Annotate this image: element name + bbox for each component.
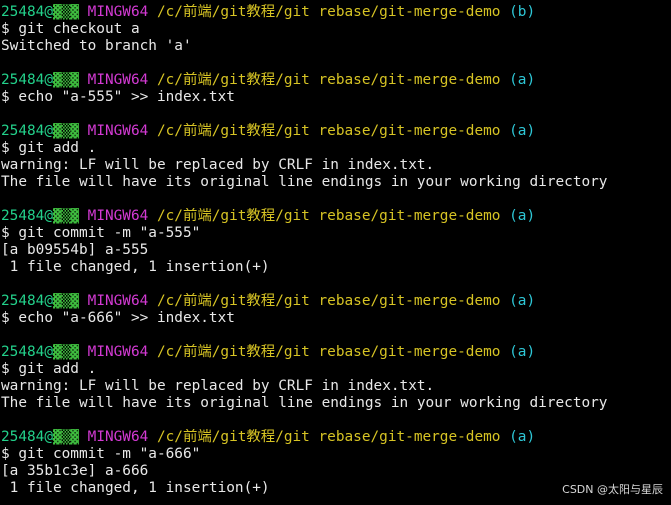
prompt-host: ▓▒▓	[52, 293, 79, 309]
command-line: $ echo "a-555" >> index.txt	[1, 89, 671, 106]
output-text: [a b09554b] a-555	[1, 242, 149, 258]
output-text: 1 file changed, 1 insertion(+)	[1, 259, 270, 275]
prompt-user: 25484@	[1, 293, 53, 309]
prompt-user: 25484@	[1, 4, 53, 20]
prompt-branch: (a)	[509, 429, 536, 445]
prompt-branch: (a)	[509, 208, 536, 224]
csdn-watermark: CSDN @太阳与星辰	[562, 483, 663, 496]
prompt-line: 25484@▓▒▓ MINGW64 /c/前端/git教程/git rebase…	[1, 123, 671, 140]
prompt-path: /c/前端/git教程/git rebase/git-merge-demo	[156, 72, 501, 88]
command-line: $ git add .	[1, 361, 671, 378]
output-line: [a b09554b] a-555	[1, 242, 671, 259]
prompt-branch: (b)	[509, 4, 536, 20]
command-line: $ echo "a-666" >> index.txt	[1, 310, 671, 327]
prompt-path: /c/前端/git教程/git rebase/git-merge-demo	[156, 429, 501, 445]
output-text: The file will have its original line end…	[1, 395, 608, 411]
prompt-branch: (a)	[509, 293, 536, 309]
prompt-line: 25484@▓▒▓ MINGW64 /c/前端/git教程/git rebase…	[1, 429, 671, 446]
prompt-line: 25484@▓▒▓ MINGW64 /c/前端/git教程/git rebase…	[1, 4, 671, 21]
prompt-user: 25484@	[1, 72, 53, 88]
prompt-system: MINGW64	[87, 293, 149, 309]
output-text: 1 file changed, 1 insertion(+)	[1, 480, 270, 496]
prompt-system: MINGW64	[87, 4, 149, 20]
command-text: $ git add .	[1, 361, 97, 377]
command-text: $ git commit -m "a-555"	[1, 225, 201, 241]
prompt-user: 25484@	[1, 344, 53, 360]
output-text: warning: LF will be replaced by CRLF in …	[1, 157, 435, 173]
prompt-host: ▓▒▓	[52, 4, 79, 20]
output-text: [a 35b1c3e] a-666	[1, 463, 149, 479]
command-text: $ echo "a-555" >> index.txt	[1, 89, 235, 105]
prompt-host: ▓▒▓	[52, 429, 79, 445]
prompt-line: 25484@▓▒▓ MINGW64 /c/前端/git教程/git rebase…	[1, 293, 671, 310]
command-line: $ git checkout a	[1, 21, 671, 38]
prompt-system: MINGW64	[87, 344, 149, 360]
command-line: $ git add .	[1, 140, 671, 157]
prompt-host: ▓▒▓	[52, 72, 79, 88]
output-line: [a 35b1c3e] a-666	[1, 463, 671, 480]
prompt-user: 25484@	[1, 123, 53, 139]
prompt-system: MINGW64	[87, 208, 149, 224]
prompt-system: MINGW64	[87, 72, 149, 88]
output-line: Switched to branch 'a'	[1, 38, 671, 55]
prompt-path: /c/前端/git教程/git rebase/git-merge-demo	[156, 4, 501, 20]
prompt-branch: (a)	[509, 344, 536, 360]
prompt-path: /c/前端/git教程/git rebase/git-merge-demo	[156, 208, 501, 224]
terminal-output[interactable]: 25484@▓▒▓ MINGW64 /c/前端/git教程/git rebase…	[1, 4, 671, 497]
prompt-path: /c/前端/git教程/git rebase/git-merge-demo	[156, 344, 501, 360]
prompt-host: ▓▒▓	[52, 208, 79, 224]
command-text: $ echo "a-666" >> index.txt	[1, 310, 235, 326]
output-line: The file will have its original line end…	[1, 174, 671, 191]
prompt-host: ▓▒▓	[52, 123, 79, 139]
prompt-line: 25484@▓▒▓ MINGW64 /c/前端/git教程/git rebase…	[1, 344, 671, 361]
prompt-branch: (a)	[509, 72, 536, 88]
prompt-host: ▓▒▓	[52, 344, 79, 360]
output-line: warning: LF will be replaced by CRLF in …	[1, 157, 671, 174]
prompt-user: 25484@	[1, 429, 53, 445]
command-text: $ git checkout a	[1, 21, 140, 37]
output-text: warning: LF will be replaced by CRLF in …	[1, 378, 435, 394]
output-line: warning: LF will be replaced by CRLF in …	[1, 378, 671, 395]
command-line: $ git commit -m "a-555"	[1, 225, 671, 242]
prompt-user: 25484@	[1, 208, 53, 224]
output-text: The file will have its original line end…	[1, 174, 608, 190]
prompt-system: MINGW64	[87, 123, 149, 139]
command-text: $ git commit -m "a-666"	[1, 446, 201, 462]
prompt-line: 25484@▓▒▓ MINGW64 /c/前端/git教程/git rebase…	[1, 208, 671, 225]
output-text: Switched to branch 'a'	[1, 38, 192, 54]
prompt-branch: (a)	[509, 123, 536, 139]
output-line: The file will have its original line end…	[1, 395, 671, 412]
command-line: $ git commit -m "a-666"	[1, 446, 671, 463]
prompt-path: /c/前端/git教程/git rebase/git-merge-demo	[156, 293, 501, 309]
prompt-line: 25484@▓▒▓ MINGW64 /c/前端/git教程/git rebase…	[1, 72, 671, 89]
prompt-system: MINGW64	[87, 429, 149, 445]
output-line: 1 file changed, 1 insertion(+)	[1, 259, 671, 276]
prompt-path: /c/前端/git教程/git rebase/git-merge-demo	[156, 123, 501, 139]
command-text: $ git add .	[1, 140, 97, 156]
